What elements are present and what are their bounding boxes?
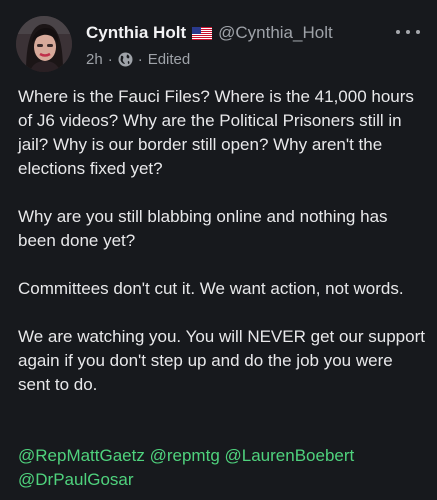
post-paragraph: Committees don't cut it. We want action,… [18,279,404,298]
post-paragraph: Why are you still blabbing online and no… [18,207,388,250]
author-row: Cynthia Holt @Cynthia_Holt [86,22,333,44]
mention-link[interactable]: @DrPaulGosar [18,470,134,489]
more-dot [416,30,420,34]
post-paragraph: Where is the Fauci Files? Where is the 4… [18,87,414,178]
author-display-name[interactable]: Cynthia Holt [86,23,186,43]
mention-link[interactable]: @LaurenBoebert [225,446,355,465]
globe-icon [118,52,133,67]
mention-link[interactable]: @repmtg [150,446,220,465]
edited-label[interactable]: Edited [148,51,191,68]
more-dot [406,30,410,34]
post-paragraph: We are watching you. You will NEVER get … [18,327,425,394]
post-timestamp[interactable]: 2h [86,51,103,68]
us-flag-icon [192,26,213,40]
meta-separator: · [107,50,113,68]
author-handle[interactable]: @Cynthia_Holt [218,23,333,43]
more-dot [396,30,400,34]
meta-separator-2: · [137,50,143,68]
more-options-icon[interactable] [396,26,420,38]
avatar[interactable] [16,16,72,72]
post-card: Cynthia Holt @Cynthia_Holt 2h · · Edited… [0,0,437,500]
mentions: @RepMattGaetz @repmtg @LaurenBoebert @Dr… [18,444,428,492]
mention-link[interactable]: @RepMattGaetz [18,446,145,465]
post-body: Where is the Fauci Files? Where is the 4… [18,85,428,421]
post-meta: 2h · · Edited [86,49,190,69]
profile-photo [16,16,72,72]
